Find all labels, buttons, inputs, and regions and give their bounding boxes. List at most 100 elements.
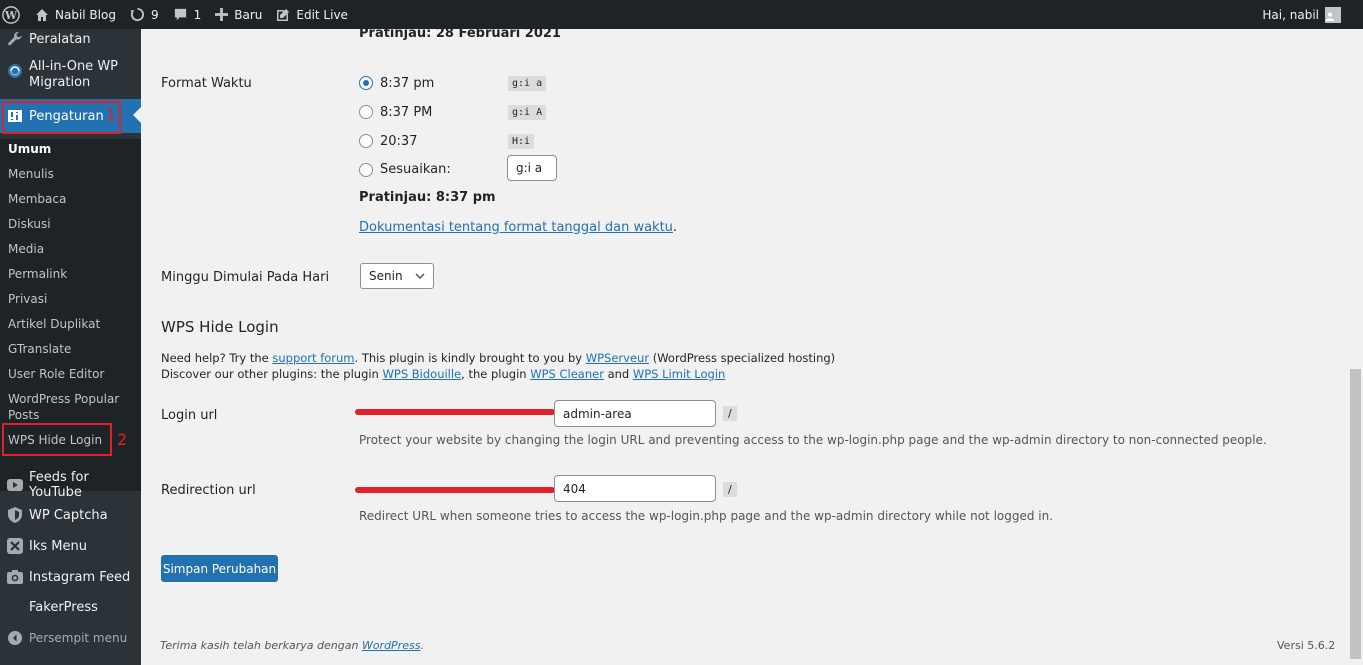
custom-time-format-input[interactable]: g:i a: [507, 155, 557, 181]
wps-help-line-1: Need help? Try the support forum. This p…: [161, 351, 836, 365]
wps-hide-login-heading: WPS Hide Login: [161, 318, 279, 336]
chevron-down-icon: [415, 273, 425, 279]
week-start-label: Minggu Dimulai Pada Hari: [161, 270, 330, 285]
menu-label: Iks Menu: [29, 538, 87, 554]
submenu-user-role-editor[interactable]: User Role Editor: [8, 366, 136, 382]
admin-sidebar: Peralatan All-in-One WP Migration Pengat…: [0, 29, 141, 665]
redacted-site-url-login: [355, 409, 555, 415]
redirection-url-label: Redirection url: [161, 483, 256, 498]
menu-wp-captcha[interactable]: WP Captcha: [0, 505, 141, 525]
new-content-link[interactable]: Baru: [208, 0, 269, 29]
login-url-label: Login url: [161, 408, 218, 423]
page-scrollbar[interactable]: [1348, 29, 1363, 665]
support-forum-link[interactable]: support forum: [272, 351, 354, 365]
login-url-input[interactable]: admin-area: [554, 400, 716, 427]
date-time-doc-link[interactable]: Dokumentasi tentang format tanggal dan w…: [359, 220, 673, 235]
comments-link[interactable]: 1: [166, 0, 209, 29]
annotation-number-1: 1: [106, 105, 117, 124]
time-format-custom-label[interactable]: Sesuaikan:: [380, 162, 451, 177]
time-format-option-3-label[interactable]: 20:37: [380, 134, 417, 149]
submenu-media[interactable]: Media: [8, 241, 136, 257]
time-format-option-1-code: g:i a: [508, 76, 547, 91]
greeting: Hai, nabil: [1262, 7, 1319, 22]
annotation-box-1: [2, 101, 121, 134]
menu-label: Persempit menu: [29, 631, 128, 645]
youtube-icon: [5, 475, 25, 495]
wps-cleaner-link[interactable]: WPS Cleaner: [530, 367, 604, 381]
submenu-gtranslate[interactable]: GTranslate: [8, 341, 136, 357]
menu-label: FakerPress: [29, 599, 98, 615]
wordpress-logo-icon[interactable]: W: [0, 0, 28, 29]
scrollbar-thumb[interactable]: [1350, 369, 1361, 659]
submenu-menulis[interactable]: Menulis: [8, 166, 136, 182]
login-url-description: Protect your website by changing the log…: [359, 433, 1267, 447]
submenu-permalink[interactable]: Permalink: [8, 266, 136, 282]
save-changes-button[interactable]: Simpan Perubahan: [161, 555, 278, 582]
menu-instagram-feed[interactable]: Instagram Feed: [0, 567, 141, 587]
menu-label: Peralatan: [29, 31, 91, 47]
time-format-radio-custom[interactable]: [359, 163, 373, 177]
menu-feeds-for-youtube[interactable]: Feeds for YouTube: [0, 470, 141, 500]
time-format-radio-1[interactable]: [359, 76, 373, 90]
wps-help-text: Need help? Try the support forum. This p…: [161, 350, 835, 382]
time-format-radio-3[interactable]: [359, 134, 373, 148]
account-menu[interactable]: Hai, nabil: [1255, 0, 1363, 29]
new-label: Baru: [234, 7, 263, 22]
edit-live-link[interactable]: Edit Live: [269, 0, 355, 29]
time-format-option-1-label[interactable]: 8:37 pm: [380, 76, 434, 91]
plus-icon: [215, 8, 229, 21]
submenu-membaca[interactable]: Membaca: [8, 191, 136, 207]
site-name-link[interactable]: Nabil Blog: [28, 0, 123, 29]
menu-all-in-one-wp-migration[interactable]: All-in-One WP Migration: [0, 59, 141, 95]
doc-link-line: Dokumentasi tentang format tanggal dan w…: [359, 220, 678, 235]
menu-peralatan[interactable]: Peralatan: [0, 29, 141, 49]
submenu-diskusi[interactable]: Diskusi: [8, 216, 136, 232]
wordpress-link[interactable]: WordPress: [362, 639, 421, 652]
time-format-radio-2[interactable]: [359, 105, 373, 119]
comments-count: 1: [193, 7, 202, 22]
login-url-slash: /: [723, 406, 737, 421]
redirection-url-description: Redirect URL when someone tries to acces…: [359, 509, 1054, 523]
submenu-wordpress-popular-posts[interactable]: WordPress Popular Posts: [8, 391, 136, 423]
avatar: [1325, 6, 1341, 23]
time-format-option-2-label[interactable]: 8:37 PM: [380, 105, 432, 120]
site-name: Nabil Blog: [55, 7, 116, 22]
collapse-menu-button[interactable]: Persempit menu: [0, 628, 141, 648]
annotation-box-2: [2, 423, 112, 456]
wpserveur-link[interactable]: WPServeur: [586, 351, 649, 365]
settings-main: Pratinjau: 28 Februari 2021 Format Waktu…: [141, 26, 1348, 665]
admin-bar: W Nabil Blog 9 1 Baru Edit Live Hai, nab…: [0, 0, 1363, 29]
time-format-preview: Pratinjau: 8:37 pm: [359, 190, 496, 205]
fakerpress-icon: [5, 597, 25, 617]
wps-limit-login-link[interactable]: WPS Limit Login: [633, 367, 725, 381]
shield-icon: [5, 505, 25, 525]
comment-icon: [174, 8, 186, 21]
redirection-url-input[interactable]: 404: [554, 475, 716, 502]
time-format-option-2-code: g:i A: [508, 105, 547, 120]
home-icon: [36, 8, 48, 21]
menu-label: Feeds for YouTube: [29, 470, 89, 500]
camera-icon: [5, 567, 25, 587]
menu-label: All-in-One WP Migration: [29, 59, 119, 90]
redacted-site-url-redirect: [355, 487, 555, 493]
annotation-number-2: 2: [117, 430, 128, 449]
week-start-value: Senin: [369, 269, 403, 283]
menu-fakerpress[interactable]: FakerPress: [0, 597, 141, 617]
menu-label: Instagram Feed: [29, 569, 131, 585]
submenu-artikel-duplikat[interactable]: Artikel Duplikat: [8, 316, 136, 332]
menu-iks-menu[interactable]: Iks Menu: [0, 536, 141, 556]
week-start-select[interactable]: Senin: [360, 263, 434, 289]
submenu-privasi[interactable]: Privasi: [8, 291, 136, 307]
migration-icon: [5, 61, 25, 81]
updates-link[interactable]: 9: [123, 0, 166, 29]
svg-text:W: W: [4, 9, 18, 22]
updates-icon: [130, 7, 144, 22]
menu-label: WP Captcha: [29, 507, 108, 523]
date-format-preview: Pratinjau: 28 Februari 2021: [359, 26, 561, 41]
submenu-umum[interactable]: Umum: [8, 141, 136, 157]
footer-thanks: Terima kasih telah berkarya dengan WordP…: [160, 639, 424, 652]
time-format-label: Format Waktu: [161, 76, 252, 91]
edit-live-label: Edit Live: [296, 7, 348, 22]
wps-bidouille-link[interactable]: WPS Bidouille: [383, 367, 462, 381]
collapse-icon: [5, 628, 25, 648]
